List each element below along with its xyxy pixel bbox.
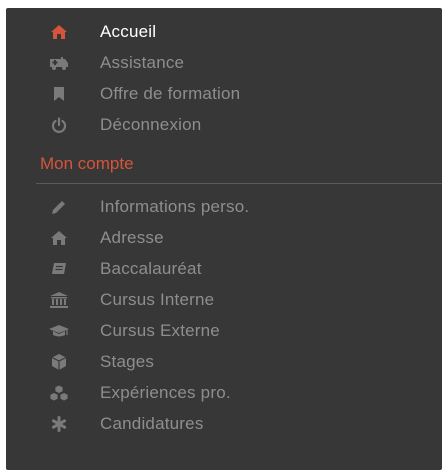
account-section-header: Mon compte — [6, 148, 442, 184]
power-icon — [48, 114, 70, 136]
cubes-icon — [48, 382, 70, 404]
asterisk-icon — [48, 413, 70, 435]
nav-label-cursus-externe: Cursus Externe — [100, 320, 220, 340]
cube-icon — [48, 351, 70, 373]
nav-item-experiences-pro[interactable]: Expériences pro. — [6, 377, 442, 408]
nav-item-candidatures[interactable]: Candidatures — [6, 408, 442, 439]
graduation-cap-icon — [48, 320, 70, 342]
nav-item-accueil[interactable]: Accueil — [6, 16, 442, 47]
main-nav: Accueil Assistance Offre de formation Dé… — [6, 16, 442, 140]
ambulance-icon — [48, 52, 70, 74]
nav-label-baccalaureat: Baccalauréat — [100, 258, 202, 278]
nav-label-informations-perso: Informations perso. — [100, 196, 250, 216]
nav-item-adresse[interactable]: Adresse — [6, 222, 442, 253]
pencil-icon — [48, 196, 70, 218]
book-icon — [48, 258, 70, 280]
institution-icon — [48, 289, 70, 311]
nav-label-offre-de-formation: Offre de formation — [100, 83, 241, 103]
nav-item-informations-perso[interactable]: Informations perso. — [6, 191, 442, 222]
nav-item-assistance[interactable]: Assistance — [6, 47, 442, 78]
nav-item-deconnexion[interactable]: Déconnexion — [6, 109, 442, 140]
home-icon — [48, 227, 70, 249]
nav-label-accueil: Accueil — [100, 21, 157, 41]
account-nav: Informations perso. Adresse Baccalauréat — [6, 191, 442, 439]
nav-label-stages: Stages — [100, 351, 155, 371]
account-section-title: Mon compte — [40, 154, 134, 173]
nav-label-assistance: Assistance — [100, 52, 185, 72]
nav-label-candidatures: Candidatures — [100, 413, 204, 433]
nav-item-offre-de-formation[interactable]: Offre de formation — [6, 78, 442, 109]
nav-item-cursus-interne[interactable]: Cursus Interne — [6, 284, 442, 315]
nav-item-cursus-externe[interactable]: Cursus Externe — [6, 315, 442, 346]
nav-label-adresse: Adresse — [100, 227, 164, 247]
sidebar-menu: Accueil Assistance Offre de formation Dé… — [6, 8, 442, 470]
nav-label-cursus-interne: Cursus Interne — [100, 289, 215, 309]
nav-item-stages[interactable]: Stages — [6, 346, 442, 377]
nav-label-experiences-pro: Expériences pro. — [100, 382, 231, 402]
home-icon — [48, 21, 70, 43]
nav-label-deconnexion: Déconnexion — [100, 114, 202, 134]
nav-item-baccalaureat[interactable]: Baccalauréat — [6, 253, 442, 284]
section-divider — [36, 183, 442, 184]
bookmark-icon — [48, 83, 70, 105]
